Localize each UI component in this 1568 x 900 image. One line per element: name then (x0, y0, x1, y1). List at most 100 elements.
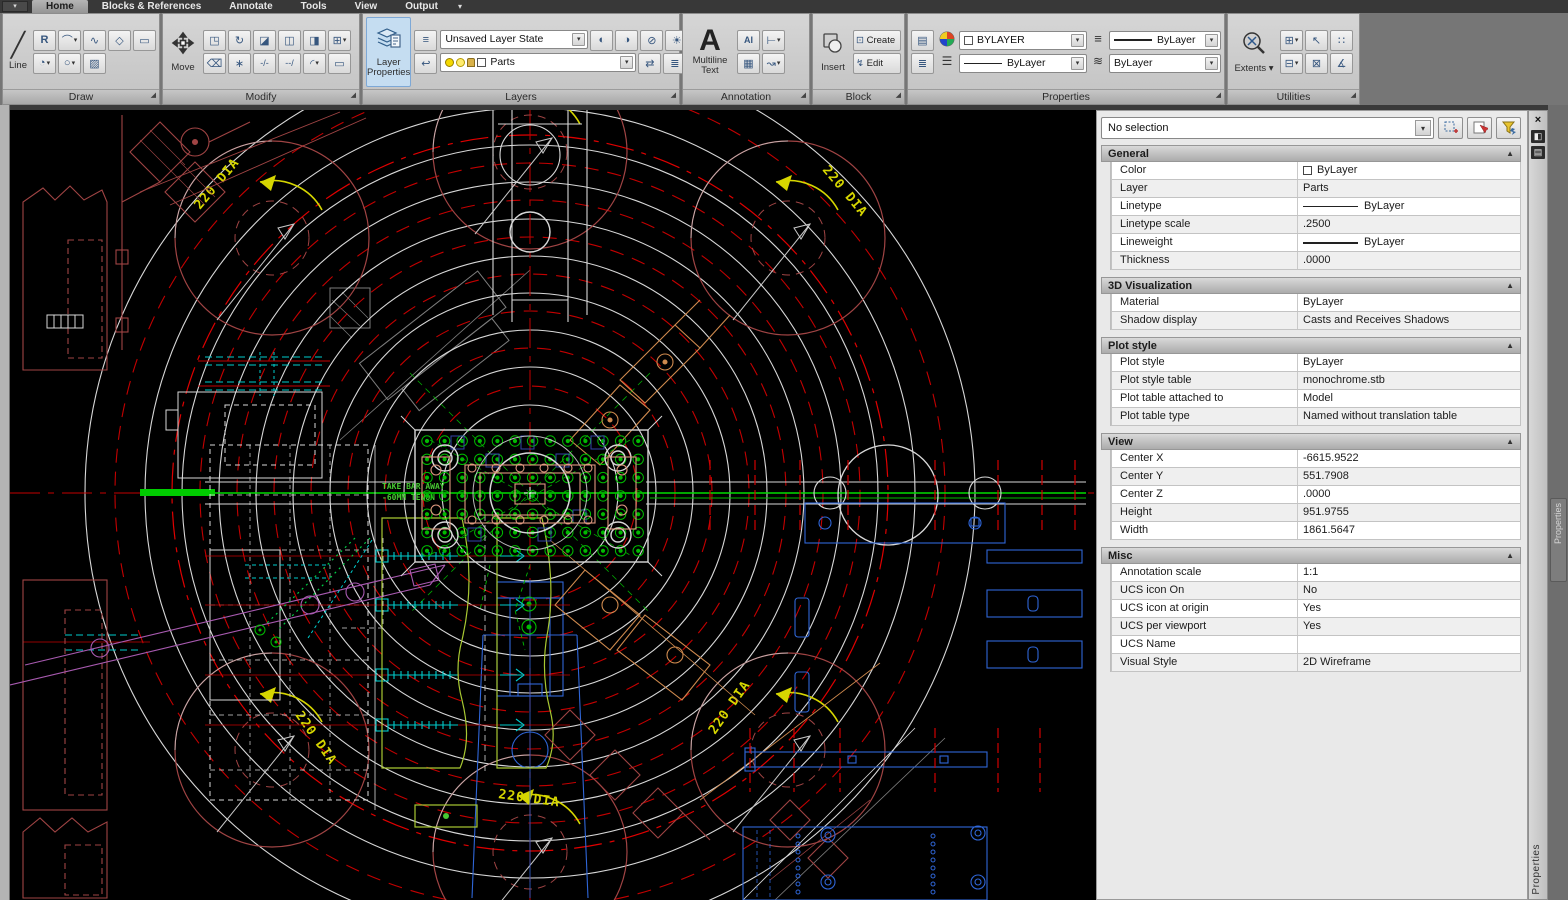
text-style-button[interactable]: AI (737, 30, 760, 51)
property-row[interactable]: LineweightByLayer (1111, 234, 1521, 252)
property-value[interactable]: 1861.5647 (1298, 522, 1520, 539)
toggle-pickadd-button[interactable] (1438, 117, 1463, 139)
property-row[interactable]: Plot table attached toModel (1111, 390, 1521, 408)
panel-title-utilities[interactable]: Utilities◢ (1228, 89, 1359, 104)
plot-style-combo[interactable]: ByLayer ▾ (1109, 54, 1221, 73)
selection-type-combo[interactable]: No selection ▾ (1101, 117, 1434, 139)
match-properties-button[interactable]: ▤ (911, 30, 934, 51)
property-row[interactable]: Center Z.0000 (1111, 486, 1521, 504)
layer-isolate-button[interactable]: ◐ (590, 30, 613, 51)
property-value[interactable]: ByLayer (1298, 198, 1520, 215)
property-value[interactable]: 551.7908 (1298, 468, 1520, 485)
line-button[interactable]: ╱ Line (6, 17, 30, 87)
panel-title-properties[interactable]: Properties◢ (908, 89, 1224, 104)
tab-home[interactable]: Home (32, 0, 88, 13)
layer-previous-button[interactable]: ⇄ (638, 53, 661, 74)
break-at-point-button[interactable]: --/ (278, 53, 301, 74)
measure-button[interactable]: ∡ (1330, 53, 1353, 74)
quick-select-button[interactable]: ∷ (1330, 30, 1353, 51)
idrop-button[interactable]: ↖ (1305, 30, 1328, 51)
lineweight-combo[interactable]: ByLayer ▾ (1109, 31, 1221, 50)
tab-tools[interactable]: Tools (287, 0, 341, 13)
rectangle-button[interactable]: ▭ (133, 30, 156, 51)
property-value[interactable]: ByLayer (1298, 354, 1520, 371)
explode-button[interactable]: ∗ (228, 53, 251, 74)
property-row[interactable]: ColorByLayer (1111, 162, 1521, 180)
property-value[interactable]: Parts (1298, 180, 1520, 197)
property-value[interactable]: 951.9755 (1298, 504, 1520, 521)
property-value[interactable]: No (1298, 582, 1520, 599)
panel-title-modify[interactable]: Modify◢ (163, 89, 359, 104)
polygon-button[interactable]: ◇ (108, 30, 131, 51)
panel-title-annotation[interactable]: Annotation◢ (683, 89, 809, 104)
block-edit-button[interactable]: ↯ Edit (853, 53, 901, 74)
property-value[interactable]: .0000 (1298, 486, 1520, 503)
tab-view[interactable]: View (341, 0, 392, 13)
panel-title-layers[interactable]: Layers◢ (363, 89, 679, 104)
property-value[interactable]: Yes (1298, 600, 1520, 617)
fillet-button[interactable]: ◜▾ (303, 53, 326, 74)
scale-button[interactable]: ◳ (203, 30, 226, 51)
cut-clip-button[interactable]: ⊠ (1305, 53, 1328, 74)
dimension-button[interactable]: ⊢▾ (762, 30, 785, 51)
palette-section-header[interactable]: View▲ (1101, 433, 1521, 450)
property-row[interactable]: UCS icon at originYes (1111, 600, 1521, 618)
layer-properties-button[interactable]: Layer Properties (366, 17, 411, 87)
property-value[interactable]: -6615.9522 (1298, 450, 1520, 467)
palette-autohide-button[interactable]: ◧ (1531, 130, 1545, 143)
copy-clip-button[interactable]: ⊟▾ (1280, 53, 1303, 74)
trim-button[interactable]: ◪ (253, 30, 276, 51)
paste-button[interactable]: ⊞▾ (1280, 30, 1303, 51)
quick-select-button[interactable] (1496, 117, 1521, 139)
palette-dock-tab[interactable]: Properties (1550, 498, 1567, 582)
palette-menu-button[interactable]: ▤ (1531, 146, 1545, 159)
tab-blocks-references[interactable]: Blocks & References (88, 0, 216, 13)
region-button[interactable]: R (33, 30, 56, 51)
property-row[interactable]: Shadow displayCasts and Receives Shadows (1111, 312, 1521, 330)
property-row[interactable]: Height951.9755 (1111, 504, 1521, 522)
property-value[interactable]: ByLayer (1298, 294, 1520, 311)
quick-access-dropdown[interactable]: ▾ (2, 1, 28, 12)
insert-button[interactable]: Insert (816, 17, 850, 87)
property-row[interactable]: MaterialByLayer (1111, 294, 1521, 312)
property-value[interactable]: ByLayer (1298, 162, 1520, 179)
mirror-button[interactable]: ◨ (303, 30, 326, 51)
property-row[interactable]: Center X-6615.9522 (1111, 450, 1521, 468)
tab-annotate[interactable]: Annotate (215, 0, 286, 13)
property-value[interactable]: 2D Wireframe (1298, 654, 1520, 671)
drawing-area-left-edge[interactable] (0, 105, 10, 900)
panel-title-block[interactable]: Block◢ (813, 89, 904, 104)
layer-combo[interactable]: Parts ▾ (440, 53, 636, 72)
select-objects-button[interactable] (1467, 117, 1492, 139)
layer-state-button[interactable]: ≡ (414, 30, 437, 51)
copy-button[interactable]: ◫ (278, 30, 301, 51)
block-create-button[interactable]: ⊡ Create (853, 30, 901, 51)
property-value[interactable] (1298, 636, 1520, 653)
zoom-extents-button[interactable]: Extents ▾ (1231, 17, 1277, 87)
property-row[interactable]: UCS per viewportYes (1111, 618, 1521, 636)
property-value[interactable]: 1:1 (1298, 564, 1520, 581)
property-row[interactable]: LinetypeByLayer (1111, 198, 1521, 216)
layer-freeze-button[interactable]: ⊘ (640, 30, 663, 51)
object-color-combo[interactable]: BYLAYER ▾ (959, 31, 1087, 50)
property-value[interactable]: Model (1298, 390, 1520, 407)
property-row[interactable]: Visual Style2D Wireframe (1111, 654, 1521, 672)
palette-section-header[interactable]: 3D Visualization▲ (1101, 277, 1521, 294)
property-row[interactable]: UCS Name (1111, 636, 1521, 654)
property-row[interactable]: Center Y551.7908 (1111, 468, 1521, 486)
property-row[interactable]: LayerParts (1111, 180, 1521, 198)
property-row[interactable]: Plot styleByLayer (1111, 354, 1521, 372)
property-value[interactable]: monochrome.stb (1298, 372, 1520, 389)
erase-button[interactable]: ⌫ (203, 53, 226, 74)
spline-button[interactable]: ∿ (83, 30, 106, 51)
property-value[interactable]: .0000 (1298, 252, 1520, 269)
palette-section-header[interactable]: Plot style▲ (1101, 337, 1521, 354)
table-button[interactable]: ▦ (737, 53, 760, 74)
palette-title-bar[interactable]: × ◧ ▤ Properties (1528, 110, 1548, 900)
tab-output[interactable]: Output (391, 0, 452, 13)
linetype-combo[interactable]: ByLayer ▾ (959, 54, 1087, 73)
property-value[interactable]: ByLayer (1298, 234, 1520, 251)
layer-match-button[interactable]: ↩ (414, 53, 437, 74)
property-value[interactable]: Named without translation table (1298, 408, 1520, 425)
move-button[interactable]: Move (166, 17, 200, 87)
